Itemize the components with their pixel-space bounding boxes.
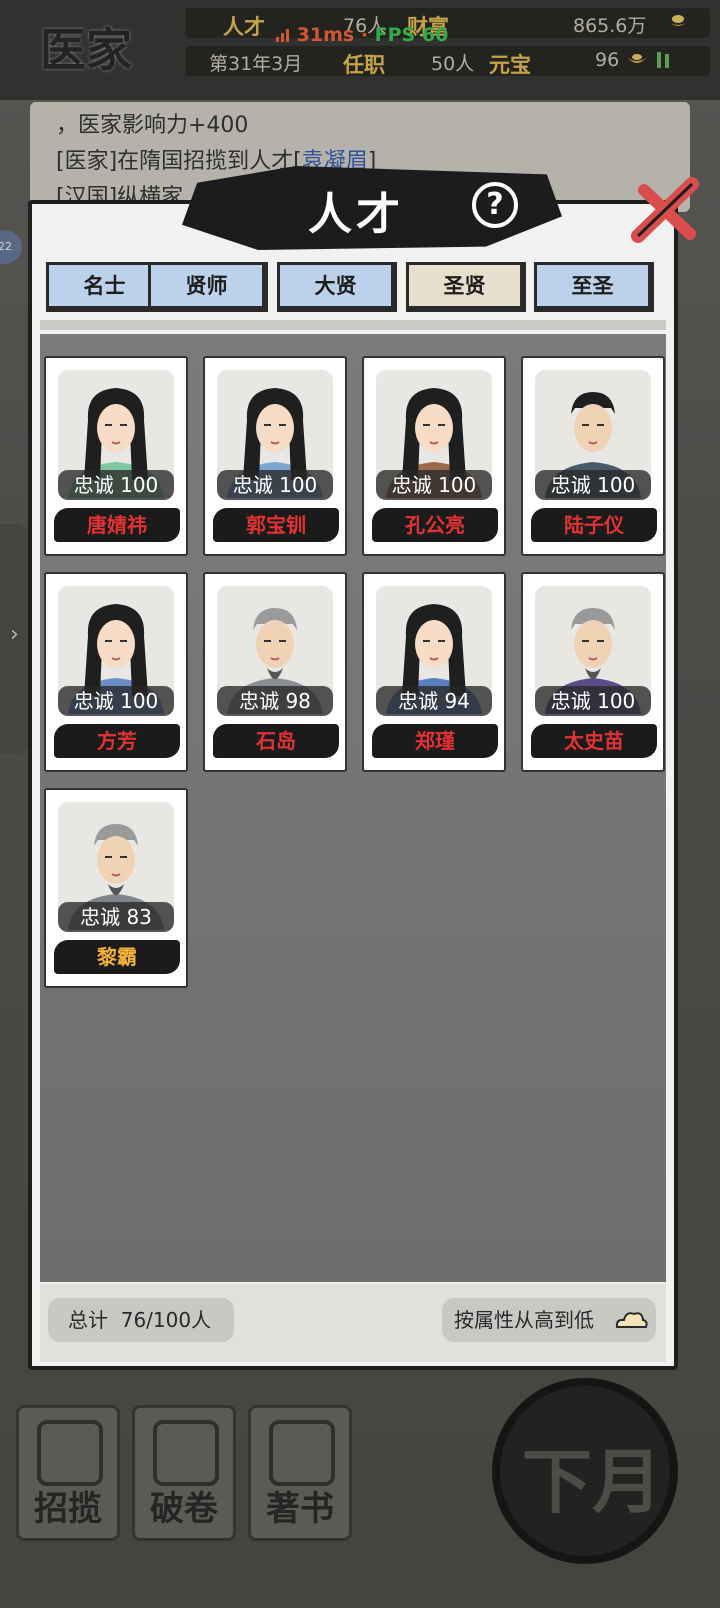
total-count: 总计 76/100人 <box>48 1298 234 1342</box>
close-icon <box>631 177 699 243</box>
sort-button[interactable]: 按属性从高到低 <box>442 1298 656 1342</box>
talent-card[interactable]: 忠诚 100 方芳 <box>44 572 188 772</box>
talent-name: 郑瑾 <box>372 724 498 758</box>
loyalty-value: 忠诚 100 <box>535 686 651 716</box>
talent-card[interactable]: 忠诚 94 郑瑾 <box>362 572 506 772</box>
talent-card[interactable]: 忠诚 100 太史苗 <box>521 572 665 772</box>
tab-shengxian[interactable]: 圣贤 <box>406 262 526 312</box>
loyalty-value: 忠诚 100 <box>535 470 651 500</box>
loyalty-value: 忠诚 100 <box>217 470 333 500</box>
loyalty-value: 忠诚 100 <box>376 470 492 500</box>
talent-card[interactable]: 忠诚 98 石岛 <box>203 572 347 772</box>
talent-name: 方芳 <box>54 724 180 758</box>
total-value: 76/100人 <box>120 1308 212 1332</box>
sort-label: 按属性从高到低 <box>454 1308 594 1332</box>
tab-zhisheng[interactable]: 至圣 <box>534 262 654 312</box>
talent-name: 陆子仪 <box>531 508 657 542</box>
talent-card[interactable]: 忠诚 100 陆子仪 <box>521 356 665 556</box>
loyalty-value: 忠诚 98 <box>217 686 333 716</box>
talent-name: 唐婧祎 <box>54 508 180 542</box>
dialog-title: 人才 <box>308 189 404 240</box>
tab-xianshi[interactable]: 贤师 <box>148 262 268 312</box>
talent-dialog: 人才 ? 名士 贤师 大贤 圣贤 至圣 忠诚 100 唐婧祎 忠诚 100 郭宝钏 忠诚… <box>28 166 699 1370</box>
talent-card[interactable]: 忠诚 100 孔公亮 <box>362 356 506 556</box>
loyalty-value: 忠诚 100 <box>58 470 174 500</box>
loyalty-value: 忠诚 83 <box>58 902 174 932</box>
talent-name: 郭宝钏 <box>213 508 339 542</box>
tabs-divider <box>40 320 666 330</box>
talent-name: 孔公亮 <box>372 508 498 542</box>
total-label: 总计 <box>68 1308 108 1332</box>
close-button[interactable] <box>630 176 700 246</box>
talent-card[interactable]: 忠诚 100 郭宝钏 <box>203 356 347 556</box>
talent-grid: 忠诚 100 唐婧祎 忠诚 100 郭宝钏 忠诚 100 孔公亮 忠诚 100 陆子仪 忠诚 1… <box>40 334 666 1282</box>
loyalty-value: 忠诚 94 <box>376 686 492 716</box>
talent-name: 石岛 <box>213 724 339 758</box>
talent-card[interactable]: 忠诚 83 黎霸 <box>44 788 188 988</box>
talent-card[interactable]: 忠诚 100 唐婧祎 <box>44 356 188 556</box>
talent-name: 太史苗 <box>531 724 657 758</box>
help-button[interactable]: ? <box>472 182 518 228</box>
tab-daxian[interactable]: 大贤 <box>277 262 397 312</box>
cloud-icon <box>615 1312 648 1328</box>
loyalty-value: 忠诚 100 <box>58 686 174 716</box>
talent-name: 黎霸 <box>54 940 180 974</box>
